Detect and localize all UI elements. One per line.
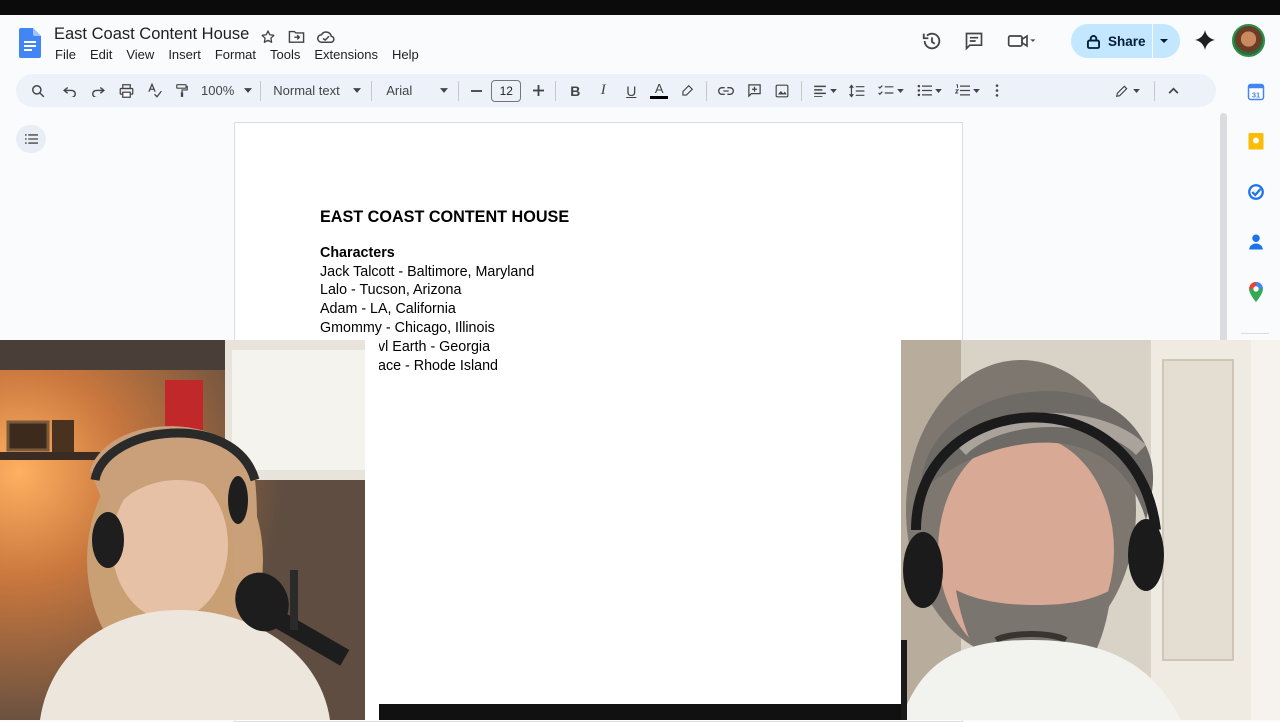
- font-select[interactable]: Arial: [386, 79, 449, 103]
- decrease-font-size-icon[interactable]: [467, 79, 485, 103]
- menu-file[interactable]: File: [55, 47, 76, 62]
- share-button[interactable]: Share: [1071, 24, 1180, 58]
- line-spacing-icon[interactable]: [846, 79, 868, 103]
- paint-format-icon[interactable]: [171, 79, 193, 103]
- cloud-status-icon[interactable]: [316, 27, 335, 46]
- font-value: Arial: [386, 83, 413, 98]
- share-dropdown-icon[interactable]: [1159, 34, 1169, 48]
- add-comment-icon[interactable]: [743, 79, 765, 103]
- section-heading: Characters: [320, 244, 395, 261]
- checklist-icon[interactable]: [874, 79, 908, 103]
- highlight-icon[interactable]: [676, 79, 698, 103]
- bottom-bar: [379, 704, 901, 720]
- text-color-icon[interactable]: A: [648, 79, 670, 103]
- character-line: Adam - LA, California: [320, 301, 456, 318]
- character-line: Lalo - Tucson, Arizona: [320, 282, 462, 299]
- character-line: Jack Talcott - Baltimore, Maryland: [320, 263, 535, 280]
- more-icon[interactable]: [988, 79, 1006, 103]
- webcam-left: [0, 340, 379, 720]
- paragraph-style-select[interactable]: Normal text: [273, 79, 362, 103]
- meet-icon[interactable]: [1002, 27, 1042, 55]
- menu-view[interactable]: View: [126, 47, 154, 62]
- screen-top-bar: [0, 0, 1280, 15]
- editing-mode-icon[interactable]: [1110, 79, 1144, 103]
- undo-icon[interactable]: [59, 79, 81, 103]
- chevron-down-icon: [440, 88, 449, 93]
- star-icon[interactable]: [258, 27, 277, 46]
- contacts-icon[interactable]: [1246, 232, 1266, 252]
- spellcheck-icon[interactable]: [143, 79, 165, 103]
- insert-image-icon[interactable]: [771, 79, 793, 103]
- scrollbar[interactable]: [1220, 113, 1227, 343]
- document-title[interactable]: East Coast Content House: [54, 25, 249, 44]
- link-icon[interactable]: [715, 79, 737, 103]
- character-line: Gmommy - Chicago, Illinois: [320, 319, 495, 336]
- maps-icon[interactable]: [1246, 282, 1266, 302]
- gemini-icon[interactable]: [1194, 29, 1216, 51]
- docs-logo-icon[interactable]: [19, 28, 41, 58]
- align-icon[interactable]: [810, 79, 840, 103]
- underline-icon[interactable]: U: [620, 79, 642, 103]
- document-heading: EAST COAST CONTENT HOUSE: [320, 208, 570, 226]
- search-menus-icon[interactable]: [28, 79, 48, 103]
- tasks-icon[interactable]: [1246, 182, 1266, 202]
- formatting-toolbar: 100% Normal text Arial 12 B I U A: [16, 74, 1216, 107]
- chevron-down-icon: [244, 88, 253, 93]
- numbered-list-icon[interactable]: [950, 79, 984, 103]
- increase-font-size-icon[interactable]: [529, 79, 547, 103]
- collapse-icon[interactable]: [1163, 79, 1183, 103]
- menu-format[interactable]: Format: [215, 47, 256, 62]
- bold-icon[interactable]: B: [564, 79, 586, 103]
- menu-tools[interactable]: Tools: [270, 47, 300, 62]
- menu-help[interactable]: Help: [392, 47, 419, 62]
- share-label: Share: [1108, 33, 1146, 49]
- webcam-right: [901, 340, 1280, 720]
- menu-extensions[interactable]: Extensions: [314, 47, 378, 62]
- svg-text:31: 31: [1252, 90, 1260, 99]
- zoom-select[interactable]: 100%: [201, 79, 253, 103]
- outline-icon[interactable]: [16, 125, 46, 153]
- move-folder-icon[interactable]: [287, 27, 306, 46]
- chevron-down-icon: [353, 88, 362, 93]
- menu-bar: File Edit View Insert Format Tools Exten…: [55, 47, 433, 62]
- paragraph-style-value: Normal text: [273, 83, 340, 98]
- version-history-icon[interactable]: [918, 27, 946, 55]
- italic-icon[interactable]: I: [592, 79, 614, 103]
- font-size-input[interactable]: 12: [491, 79, 522, 102]
- bullet-list-icon[interactable]: [912, 79, 946, 103]
- menu-edit[interactable]: Edit: [90, 47, 112, 62]
- print-icon[interactable]: [115, 79, 137, 103]
- zoom-value: 100%: [201, 83, 235, 98]
- avatar[interactable]: [1232, 24, 1265, 57]
- menu-insert[interactable]: Insert: [168, 47, 201, 62]
- keep-icon[interactable]: [1246, 132, 1266, 152]
- comments-icon[interactable]: [960, 27, 988, 55]
- redo-icon[interactable]: [87, 79, 109, 103]
- lock-icon: [1087, 34, 1100, 49]
- calendar-icon[interactable]: 31: [1246, 82, 1266, 102]
